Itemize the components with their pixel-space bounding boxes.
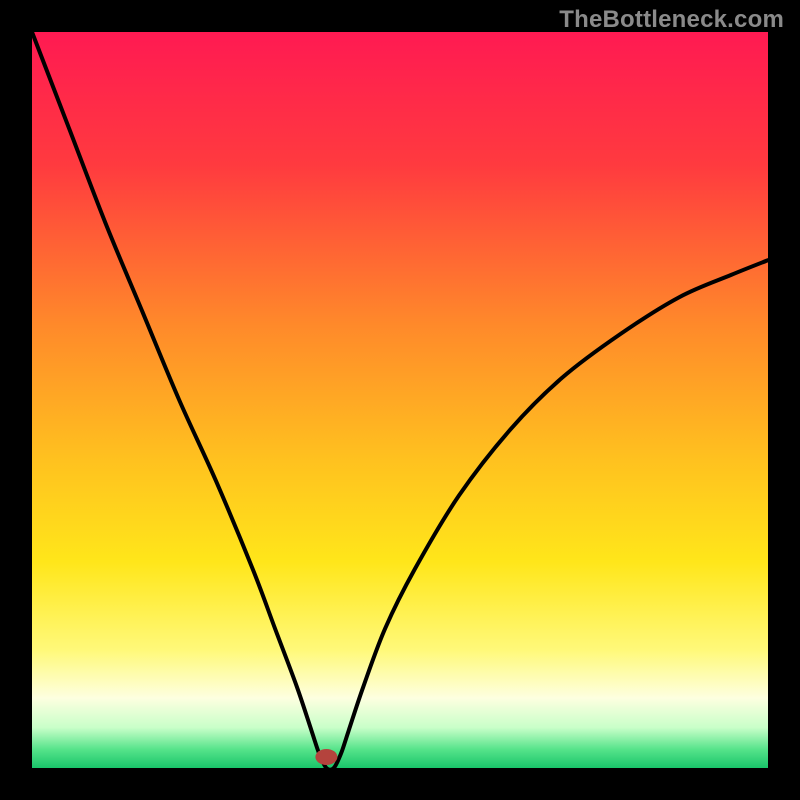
bottleneck-chart: [32, 32, 768, 768]
watermark-text: TheBottleneck.com: [559, 6, 784, 34]
gradient-background: [32, 32, 768, 768]
chart-frame: TheBottleneck.com: [0, 0, 800, 800]
plot-area: [32, 32, 768, 768]
optimum-marker: [315, 749, 337, 765]
